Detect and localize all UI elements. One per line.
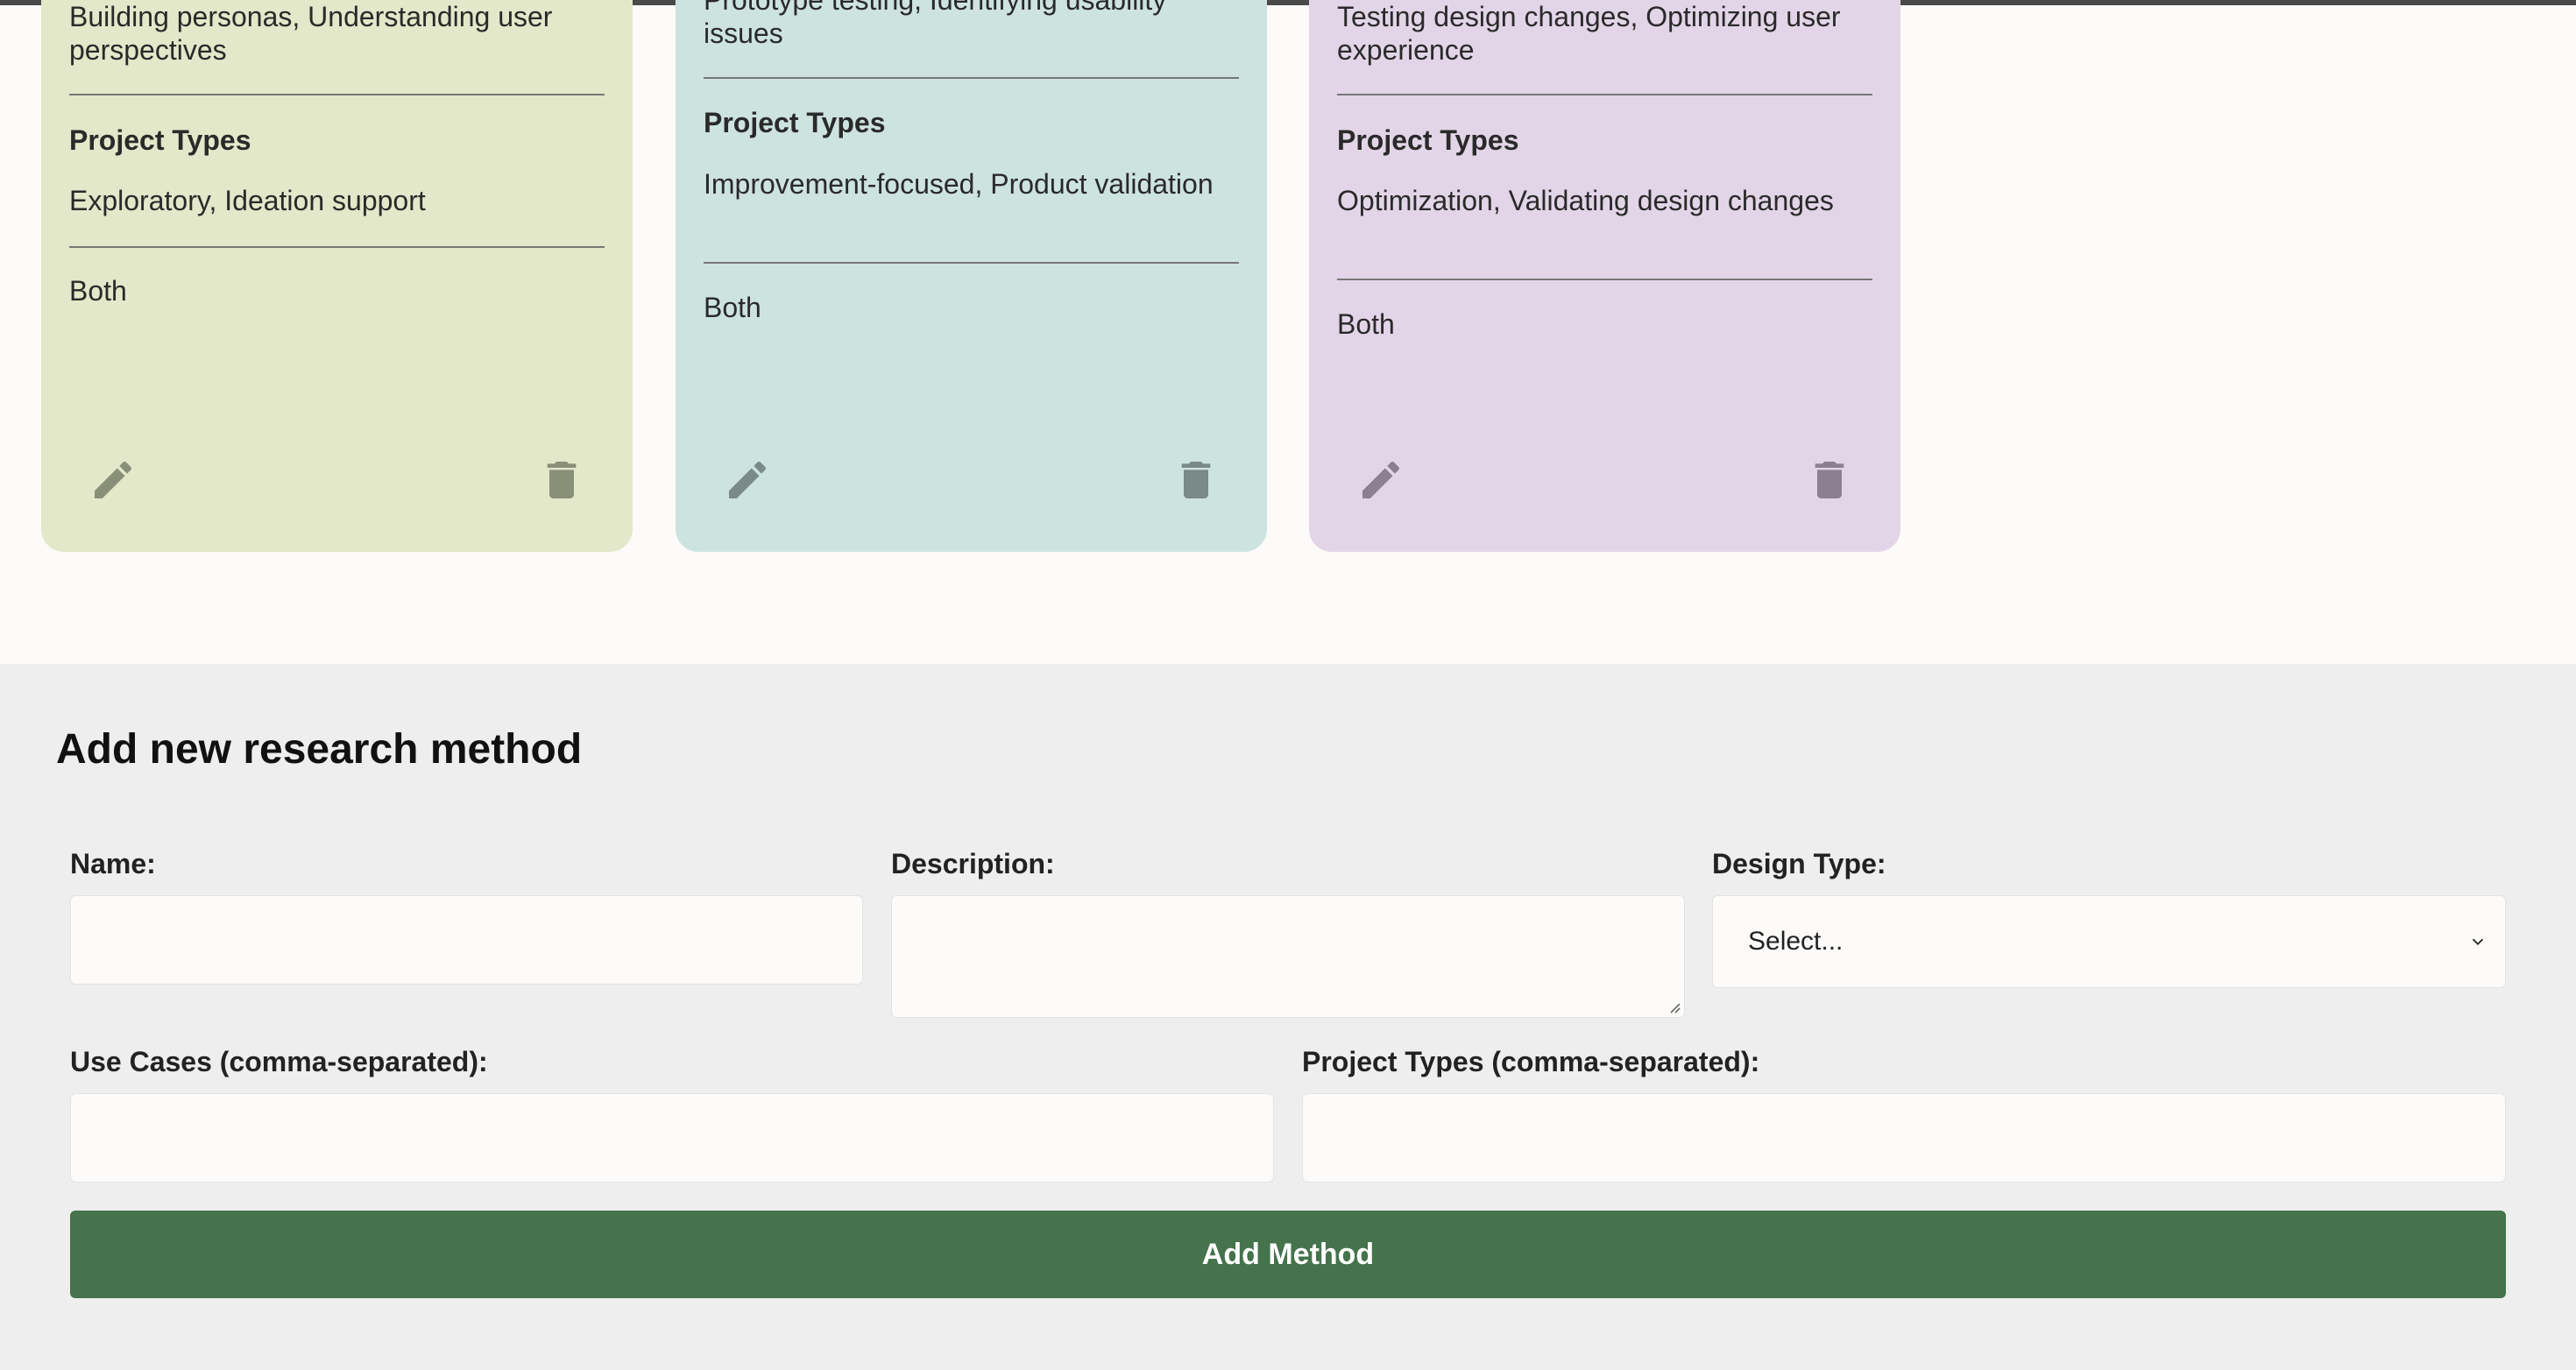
pencil-icon bbox=[1362, 461, 1400, 498]
project-types-text: Improvement-focused, Product validation bbox=[704, 168, 1214, 200]
use-cases-input[interactable] bbox=[70, 1093, 1274, 1183]
project-types-label: Project Types (comma-separated): bbox=[1302, 1046, 1760, 1077]
use-cases-text: Building personas, Understanding user pe… bbox=[69, 1, 553, 66]
method-card: Testing design changes, Optimizing user … bbox=[1309, 0, 1900, 552]
project-types-input[interactable] bbox=[1302, 1093, 2506, 1183]
edit-button[interactable] bbox=[1356, 455, 1405, 505]
add-method-button[interactable]: Add Method bbox=[70, 1211, 2506, 1298]
pencil-icon bbox=[729, 461, 767, 498]
divider bbox=[1337, 94, 1872, 95]
design-type-text: Both bbox=[69, 275, 127, 307]
description-textarea[interactable] bbox=[891, 895, 1685, 1018]
design-type-select[interactable]: Select... bbox=[1712, 895, 2506, 988]
trash-icon bbox=[547, 462, 577, 498]
divider bbox=[69, 246, 605, 248]
edit-button[interactable] bbox=[723, 455, 772, 505]
add-method-form: Add new research method Name: Descriptio… bbox=[0, 664, 2576, 1370]
project-types-heading: Project Types bbox=[704, 107, 886, 138]
divider bbox=[69, 94, 605, 95]
chevron-down-icon bbox=[2472, 938, 2484, 946]
design-type-label: Design Type: bbox=[1712, 848, 1886, 879]
method-card: Prototype testing, Identifying usability… bbox=[676, 0, 1267, 552]
name-input[interactable] bbox=[70, 895, 863, 985]
pencil-icon bbox=[95, 461, 132, 498]
delete-button[interactable] bbox=[537, 455, 586, 505]
use-cases-label: Use Cases (comma-separated): bbox=[70, 1046, 488, 1077]
use-cases-text: Testing design changes, Optimizing user … bbox=[1337, 1, 1841, 66]
method-card: Building personas, Understanding user pe… bbox=[41, 0, 633, 552]
design-type-text: Both bbox=[704, 292, 761, 323]
edit-button[interactable] bbox=[88, 455, 138, 505]
delete-button[interactable] bbox=[1805, 455, 1854, 505]
name-label: Name: bbox=[70, 848, 156, 879]
project-types-heading: Project Types bbox=[69, 124, 251, 156]
project-types-heading: Project Types bbox=[1337, 124, 1519, 156]
design-type-text: Both bbox=[1337, 308, 1395, 340]
trash-icon bbox=[1181, 462, 1211, 498]
divider bbox=[704, 262, 1239, 264]
divider bbox=[1337, 279, 1872, 280]
trash-icon bbox=[1815, 462, 1844, 498]
use-cases-text: Prototype testing, Identifying usability… bbox=[704, 0, 1167, 49]
description-label: Description: bbox=[891, 848, 1055, 879]
form-title: Add new research method bbox=[56, 726, 583, 773]
project-types-text: Optimization, Validating design changes bbox=[1337, 185, 1834, 216]
design-type-selected: Select... bbox=[1748, 927, 1844, 956]
resize-grip-icon[interactable] bbox=[1667, 999, 1681, 1013]
project-types-text: Exploratory, Ideation support bbox=[69, 185, 426, 216]
delete-button[interactable] bbox=[1171, 455, 1221, 505]
divider bbox=[704, 77, 1239, 79]
